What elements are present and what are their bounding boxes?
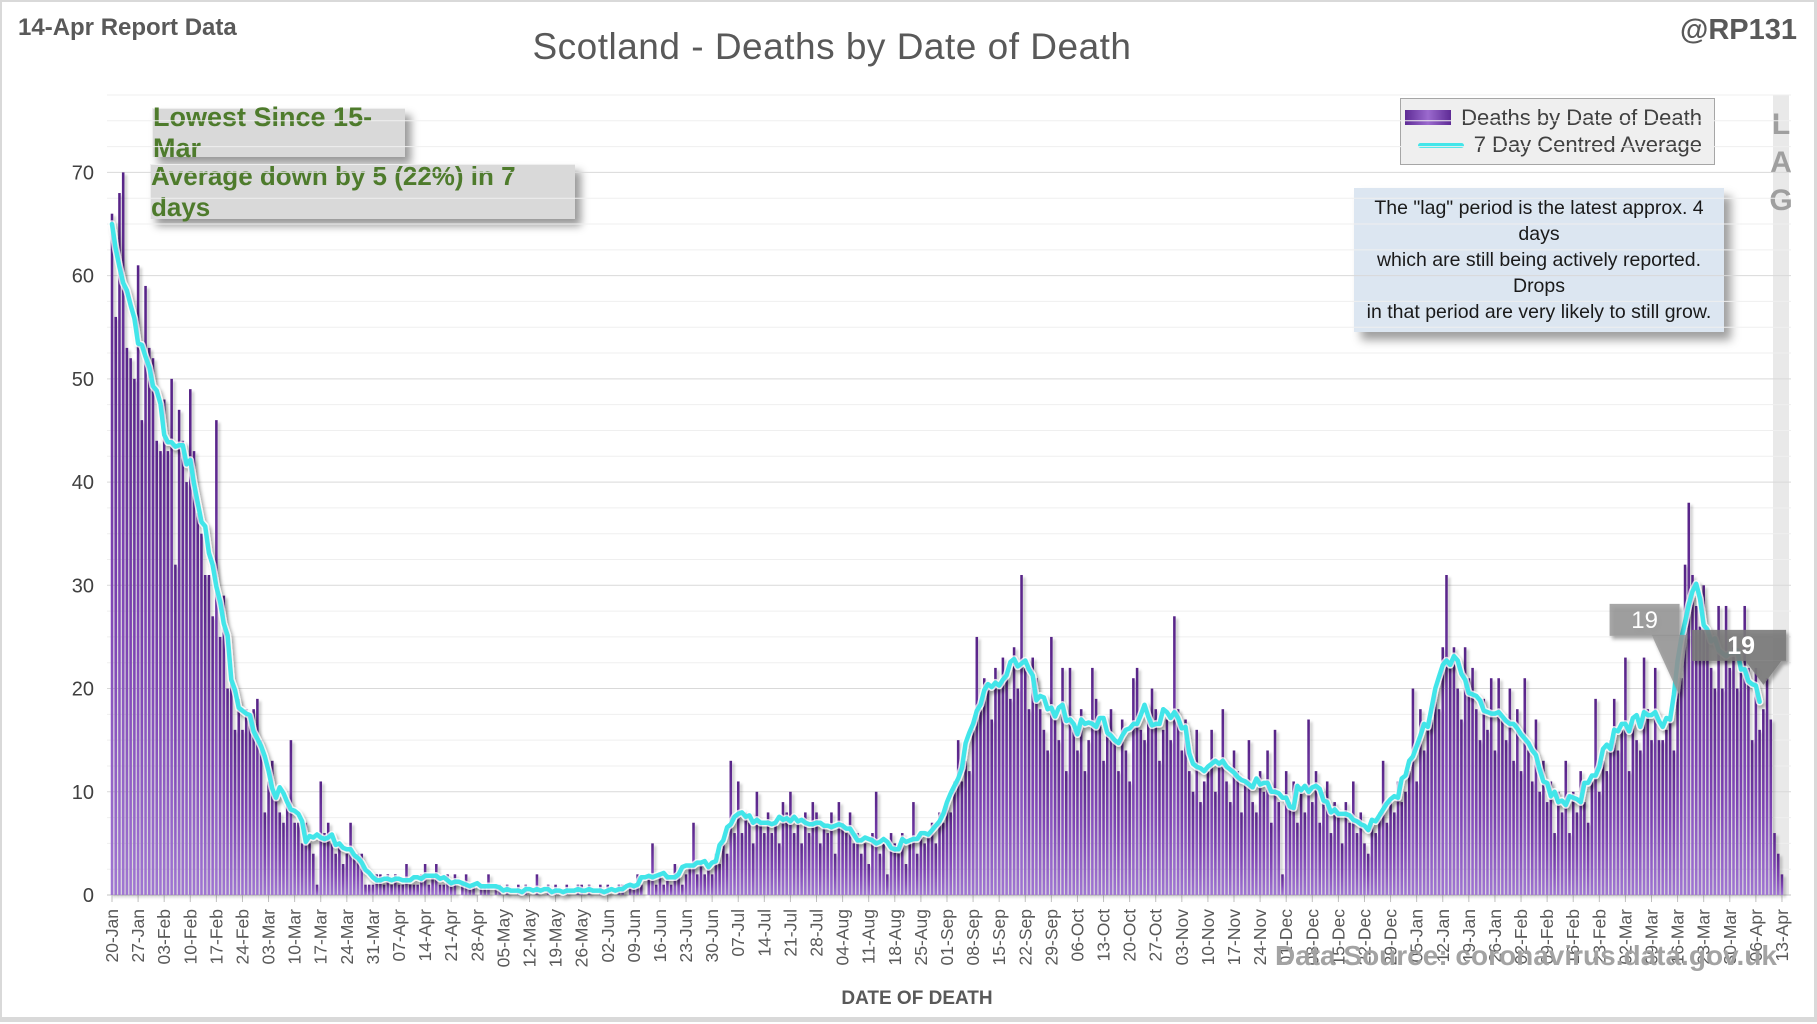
author-watermark: @RP131 (1680, 14, 1797, 47)
x-axis-title: DATE OF DEATH (2, 988, 1817, 1010)
svg-text:03-Feb: 03-Feb (154, 909, 174, 964)
svg-text:20: 20 (72, 679, 94, 701)
svg-text:0: 0 (83, 885, 94, 907)
svg-text:10: 10 (72, 782, 94, 804)
svg-text:10-Feb: 10-Feb (180, 909, 200, 964)
svg-text:18-Aug: 18-Aug (885, 909, 905, 965)
svg-text:10-Nov: 10-Nov (1198, 909, 1218, 966)
svg-text:50: 50 (72, 369, 94, 391)
svg-text:27-Jan: 27-Jan (128, 909, 148, 963)
svg-text:03-Mar: 03-Mar (259, 909, 279, 965)
annotation-average-down: Average down by 5 (22%) in 7 days (150, 164, 575, 219)
svg-text:19-May: 19-May (546, 909, 566, 968)
svg-text:31-Mar: 31-Mar (363, 909, 383, 965)
svg-text:28-Jul: 28-Jul (807, 909, 827, 957)
svg-text:05-May: 05-May (493, 909, 513, 968)
svg-text:60: 60 (72, 266, 94, 288)
svg-text:17-Nov: 17-Nov (1224, 909, 1244, 966)
svg-text:09-Jun: 09-Jun (624, 909, 644, 963)
svg-text:15-Sep: 15-Sep (989, 909, 1009, 965)
svg-text:01-Sep: 01-Sep (937, 909, 957, 965)
svg-text:29-Sep: 29-Sep (1041, 909, 1061, 965)
lag-note-line: in that period are very likely to still … (1358, 299, 1720, 325)
svg-text:14-Jul: 14-Jul (754, 909, 774, 957)
legend-item-average: 7 Day Centred Average (1401, 132, 1714, 158)
svg-text:10-Mar: 10-Mar (285, 909, 305, 965)
svg-text:08-Sep: 08-Sep (963, 909, 983, 965)
svg-text:24-Mar: 24-Mar (337, 909, 357, 965)
svg-text:17-Feb: 17-Feb (206, 909, 226, 964)
svg-text:28-Apr: 28-Apr (467, 909, 487, 962)
data-source-credit: Data Source: coronavirus.data.gov.uk (1275, 940, 1777, 972)
svg-text:16-Jun: 16-Jun (650, 909, 670, 963)
svg-text:02-Jun: 02-Jun (598, 909, 618, 963)
svg-text:12-May: 12-May (519, 909, 539, 968)
svg-text:20-Oct: 20-Oct (1120, 909, 1140, 962)
svg-text:27-Oct: 27-Oct (1146, 909, 1166, 962)
svg-text:07-Jul: 07-Jul (728, 909, 748, 957)
svg-text:06-Oct: 06-Oct (1067, 909, 1087, 962)
svg-text:24-Nov: 24-Nov (1250, 909, 1270, 966)
legend: Deaths by Date of Death 7 Day Centred Av… (1400, 98, 1715, 165)
svg-text:24-Feb: 24-Feb (232, 909, 252, 964)
svg-text:30-Jun: 30-Jun (702, 909, 722, 963)
lag-note-line: which are still being actively reported.… (1358, 247, 1720, 299)
svg-text:26-May: 26-May (572, 909, 592, 968)
svg-text:70: 70 (72, 162, 94, 184)
svg-text:04-Aug: 04-Aug (833, 909, 853, 965)
lag-note-line: The "lag" period is the latest approx. 4… (1358, 195, 1720, 247)
svg-text:20-Jan: 20-Jan (102, 909, 122, 963)
svg-text:40: 40 (72, 472, 94, 494)
annotation-lowest-since: Lowest Since 15-Mar (152, 108, 405, 157)
svg-text:17-Mar: 17-Mar (311, 909, 331, 965)
legend-item-deaths: Deaths by Date of Death (1401, 105, 1714, 131)
page-title: Scotland - Deaths by Date of Death (2, 26, 1662, 68)
svg-text:14-Apr: 14-Apr (415, 909, 435, 962)
svg-text:25-Aug: 25-Aug (911, 909, 931, 965)
svg-text:11-Aug: 11-Aug (859, 909, 879, 964)
svg-text:22-Sep: 22-Sep (1015, 909, 1035, 965)
line-series-swatch-icon (1418, 143, 1464, 148)
svg-text:21-Jul: 21-Jul (780, 909, 800, 957)
svg-text:30: 30 (72, 575, 94, 597)
legend-label-average: 7 Day Centred Average (1474, 132, 1702, 158)
lag-vertical-label: L A G (1766, 106, 1796, 220)
svg-text:03-Nov: 03-Nov (1172, 909, 1192, 966)
bar-series-swatch-icon (1405, 110, 1451, 125)
svg-text:21-Apr: 21-Apr (441, 909, 461, 962)
window-edge-bottom (2, 1017, 1817, 1022)
svg-text:23-Jun: 23-Jun (676, 909, 696, 963)
svg-text:13-Oct: 13-Oct (1094, 909, 1114, 962)
svg-text:19: 19 (1631, 607, 1658, 634)
legend-label-deaths: Deaths by Date of Death (1461, 105, 1702, 131)
lag-explanation-note: The "lag" period is the latest approx. 4… (1354, 188, 1724, 332)
svg-text:19: 19 (1727, 632, 1755, 660)
chart-page: { "header": { "report_label": "14-Apr Re… (0, 0, 1817, 1022)
svg-text:07-Apr: 07-Apr (389, 909, 409, 962)
